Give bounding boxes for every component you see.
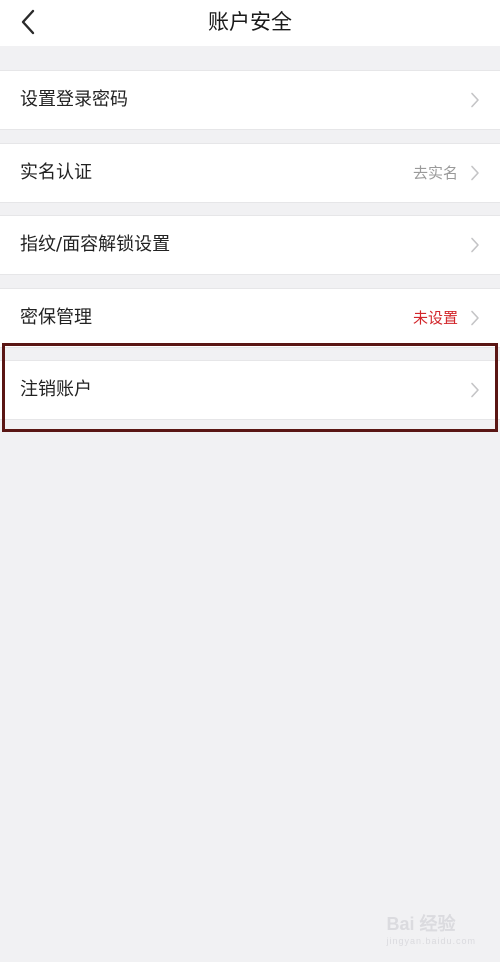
setting-row-biometric-unlock[interactable]: 指纹/面容解锁设置 (0, 215, 500, 275)
watermark-text: Bai 经验 (386, 914, 456, 934)
setting-value: 去实名 (412, 164, 458, 182)
setting-row-login-password[interactable]: 设置登录密码 (0, 70, 500, 130)
watermark-sub: jingyan.baidu.com (386, 936, 476, 946)
chevron-right-icon (471, 237, 479, 253)
chevron-right-icon (471, 92, 479, 108)
status-badge: 未设置 (412, 309, 458, 327)
nav-bar: 账户安全 (0, 0, 500, 46)
chevron-right-icon (471, 310, 479, 326)
setting-row-security-questions[interactable]: 密保管理 未设置 (0, 288, 500, 348)
setting-label: 设置登录密码 (20, 89, 128, 110)
watermark: Bai 经验 jingyan.baidu.com (386, 910, 476, 946)
chevron-right-icon (471, 382, 479, 398)
page-title: 账户安全 (208, 10, 292, 34)
setting-label: 注销账户 (20, 379, 92, 400)
chevron-right-icon (471, 165, 479, 181)
setting-row-delete-account[interactable]: 注销账户 (0, 360, 500, 420)
setting-row-real-name[interactable]: 实名认证 去实名 (0, 143, 500, 203)
setting-label: 实名认证 (20, 162, 92, 183)
setting-label: 指纹/面容解锁设置 (20, 234, 171, 255)
setting-label: 密保管理 (20, 307, 92, 328)
